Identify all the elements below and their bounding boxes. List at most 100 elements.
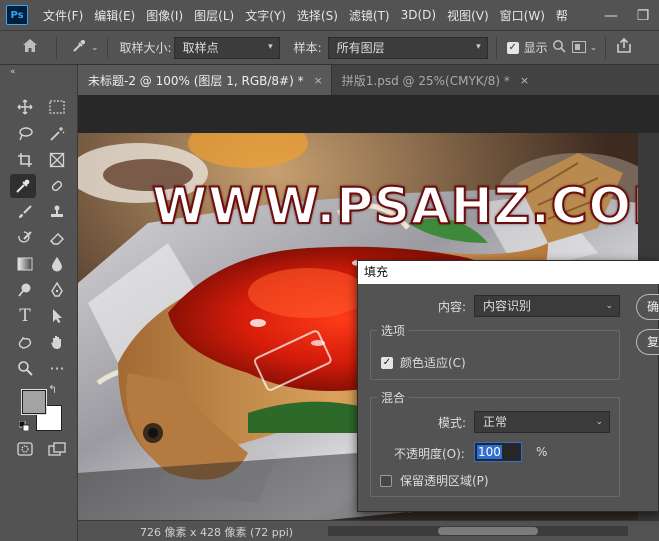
mode-select[interactable]: 正常 ⌄ [474, 411, 610, 433]
workspace-icon[interactable] [571, 39, 586, 57]
content-label: 内容: [438, 300, 467, 314]
mode-value: 正常 [483, 415, 508, 429]
tab-label: 拼版1.psd @ 25%(CMYK/8) * [341, 73, 510, 88]
swap-colors-icon[interactable]: ↰ [48, 383, 57, 396]
content-select[interactable]: 内容识别 ⌄ [474, 295, 620, 317]
options-bar: ⌄ 取样大小: 取样点 ▾ 样本: 所有图层 ▾ ✓ 显示 ⌄ [0, 31, 659, 65]
eraser-tool-icon[interactable] [44, 226, 70, 250]
spot-healing-brush-icon[interactable] [44, 174, 70, 198]
opacity-input[interactable]: 100 [474, 442, 522, 462]
chevron-down-icon: ▾ [476, 41, 481, 52]
zoom-tool-icon[interactable] [12, 356, 38, 380]
move-tool-icon[interactable] [12, 95, 38, 119]
options-group-title: 选项 [377, 322, 410, 339]
blur-tool-icon[interactable] [44, 252, 70, 276]
watermark-text: WWW.PSAHZ.COM [151, 176, 638, 236]
restore-button[interactable]: ❐ [627, 8, 659, 24]
document-tabs: 未标题-2 @ 100% (图层 1, RGB/8#) * × 拼版1.psd … [78, 65, 659, 95]
lasso-tool-icon[interactable] [12, 122, 38, 146]
menu-window[interactable]: 窗口(W) [495, 7, 551, 24]
fill-dialog: 填充 内容: 内容识别 ⌄ 确 复 选项 ✓ 颜色适应(C) 混合 模式: 正常… [357, 260, 659, 512]
collapse-panel-icon[interactable]: « [10, 67, 16, 77]
sample-select[interactable]: 所有图层 ▾ [327, 36, 488, 59]
menu-edit[interactable]: 编辑(E) [89, 7, 141, 24]
mode-label: 模式: [438, 416, 467, 430]
share-icon[interactable] [616, 37, 632, 57]
search-icon[interactable] [552, 39, 566, 57]
custom-shape-tool-icon[interactable] [12, 330, 38, 354]
sample-size-value: 取样点 [182, 41, 219, 55]
menu-type[interactable]: 文字(Y) [240, 7, 292, 24]
content-value: 内容识别 [483, 299, 532, 313]
clone-stamp-tool-icon[interactable] [44, 200, 70, 224]
opacity-value: 100 [477, 445, 502, 459]
sample-label: 样本: [293, 41, 322, 55]
horizontal-scrollbar[interactable] [328, 526, 628, 536]
close-icon[interactable]: × [314, 74, 323, 87]
gradient-tool-icon[interactable] [12, 252, 38, 276]
more-tools-icon[interactable]: ··· [44, 356, 70, 380]
chevron-down-icon: ⌄ [595, 417, 603, 427]
options-group: 选项 ✓ 颜色适应(C) [370, 322, 620, 380]
eyedropper-tool-icon[interactable] [10, 174, 36, 198]
type-tool-icon[interactable]: T [12, 304, 38, 328]
show-ring-label: 显示 [523, 41, 548, 55]
document-dimensions: 726 像素 x 428 像素 (72 ppi) [140, 526, 294, 539]
tab-untitled-2[interactable]: 未标题-2 @ 100% (图层 1, RGB/8#) * × [78, 65, 331, 95]
preserve-transparency-label: 保留透明区域(P) [400, 474, 489, 488]
divider [495, 36, 497, 59]
brush-tool-icon[interactable] [12, 200, 38, 224]
divider [106, 36, 108, 59]
tab-pinban1[interactable]: 拼版1.psd @ 25%(CMYK/8) * × [330, 65, 538, 95]
sample-value: 所有图层 [336, 41, 385, 55]
crop-tool-icon[interactable] [12, 148, 38, 172]
history-brush-tool-icon[interactable] [12, 226, 38, 250]
frame-tool-icon[interactable] [44, 148, 70, 172]
menu-file[interactable]: 文件(F) [38, 7, 89, 24]
foreground-color-swatch[interactable] [21, 389, 47, 415]
chevron-down-icon[interactable]: ⌄ [590, 43, 598, 53]
divider [605, 36, 607, 59]
dialog-title: 填充 [358, 261, 659, 284]
menu-3d[interactable]: 3D(D) [396, 8, 442, 22]
opacity-label: 不透明度(O): [394, 447, 465, 461]
color-adaptation-checkbox[interactable]: ✓ [381, 357, 393, 369]
menu-select[interactable]: 选择(S) [292, 7, 344, 24]
dodge-tool-icon[interactable] [12, 278, 38, 302]
sample-size-label: 取样大小: [119, 41, 172, 55]
menu-image[interactable]: 图像(I) [141, 7, 189, 24]
window-controls: — ❐ [595, 0, 659, 31]
tab-label: 未标题-2 @ 100% (图层 1, RGB/8#) * [88, 73, 304, 88]
chevron-down-icon[interactable]: ⌄ [91, 43, 99, 53]
menu-filter[interactable]: 滤镜(T) [344, 7, 396, 24]
scrollbar-thumb[interactable] [438, 527, 538, 535]
sample-size-select[interactable]: 取样点 ▾ [173, 36, 280, 59]
eyedropper-tool-preset-icon[interactable] [71, 38, 87, 58]
screen-mode-icon[interactable] [44, 437, 70, 461]
pen-tool-icon[interactable] [44, 278, 70, 302]
magic-wand-tool-icon[interactable] [44, 122, 70, 146]
quick-mask-icon[interactable] [12, 437, 38, 461]
default-colors-icon[interactable] [18, 420, 30, 434]
chevron-down-icon: ⌄ [605, 301, 613, 311]
blending-group-title: 混合 [377, 389, 410, 406]
menu-layer[interactable]: 图层(L) [189, 7, 240, 24]
status-bar: 726 像素 x 428 像素 (72 ppi) [78, 520, 659, 541]
cancel-button[interactable]: 复 [636, 329, 659, 355]
ok-button[interactable]: 确 [636, 294, 659, 320]
hand-tool-icon[interactable] [44, 330, 70, 354]
close-icon[interactable]: × [520, 74, 529, 87]
home-icon[interactable] [22, 38, 38, 57]
path-selection-tool-icon[interactable] [44, 304, 70, 328]
show-ring-checkbox[interactable]: ✓ [506, 41, 519, 54]
marquee-tool-icon[interactable] [44, 95, 70, 119]
menu-view[interactable]: 视图(V) [442, 7, 495, 24]
menu-help[interactable]: 帮 [551, 7, 574, 24]
divider [56, 36, 57, 59]
menu-bar: Ps 文件(F) 编辑(E) 图像(I) 图层(L) 文字(Y) 选择(S) 滤… [0, 0, 659, 31]
opacity-unit: % [536, 445, 548, 459]
preserve-transparency-checkbox[interactable] [380, 475, 392, 487]
minimize-button[interactable]: — [595, 8, 627, 24]
photoshop-logo-icon: Ps [6, 5, 28, 25]
chevron-down-icon: ▾ [268, 41, 273, 52]
